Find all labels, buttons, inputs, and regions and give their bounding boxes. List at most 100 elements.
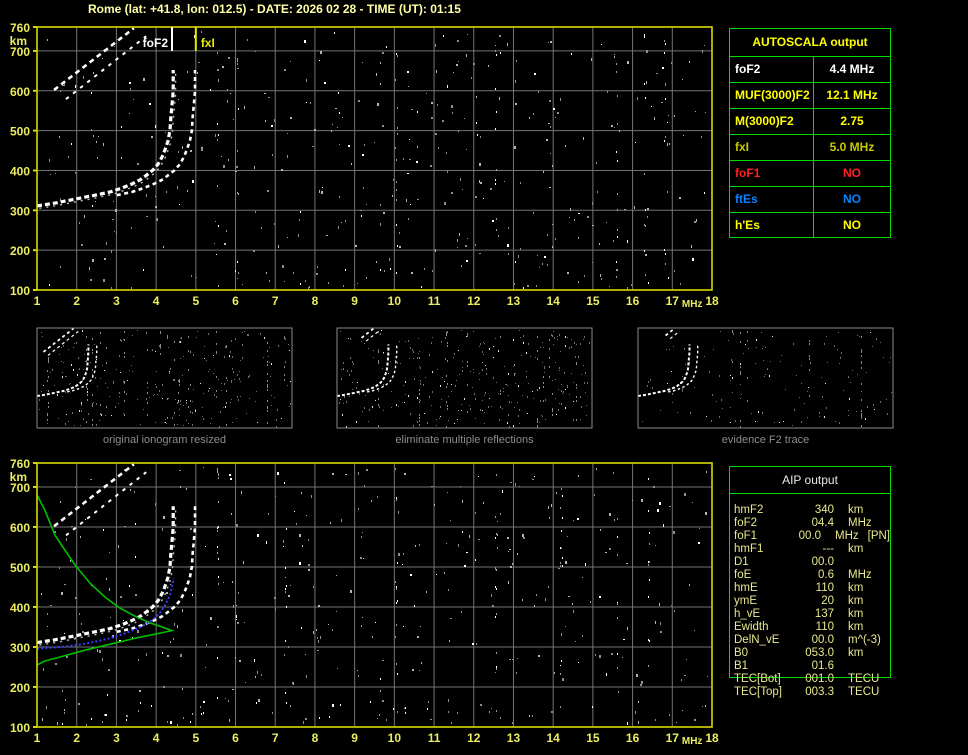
aip-row-tectop: TEC[Top] 003.3 TECU: [734, 686, 890, 699]
aip-label: B0: [734, 647, 749, 659]
svg-text:400: 400: [10, 601, 30, 615]
autoscala-row-label: h'Es: [730, 213, 814, 238]
aip-unit: km: [848, 543, 864, 555]
thumb-caption-evidence: evidence F2 trace: [721, 434, 810, 446]
aip-value: 00.0: [811, 556, 834, 568]
svg-text:14: 14: [546, 731, 560, 745]
plot-ionogram_top: foF2 fxI1 2 3 4 5 6 7 8 9 10 11 12 13 14 15 16 17 18MHz760…: [10, 21, 719, 310]
aip-value: 00.0: [811, 634, 834, 646]
svg-text:600: 600: [10, 85, 30, 99]
aip-unit: MHz: [848, 569, 872, 581]
aip-value: 340: [814, 504, 834, 516]
thumb-border: [637, 327, 894, 429]
aip-unit: m^(-3): [848, 634, 881, 646]
aip-unit: km: [848, 504, 864, 516]
fxi-marker-label: fxI: [201, 36, 215, 50]
thumb-noise-layer: [39, 330, 291, 428]
autoscala-row-value: 12.1 MHz: [826, 88, 878, 102]
svg-text:760: 760: [10, 21, 30, 35]
aip-row-fof1: foF1 00.0 MHz [PN]: [734, 530, 890, 543]
svg-text:18: 18: [705, 294, 719, 308]
aip-unit: km: [848, 608, 864, 620]
aip-unit: TECU: [848, 673, 880, 685]
svg-text:200: 200: [10, 681, 30, 695]
aip-label: hmF2: [734, 504, 764, 516]
aip-row-fof2: foF2 04.4 MHz: [734, 517, 890, 530]
thumb-f2-o-trace: [36, 344, 90, 397]
thumb-border: [36, 327, 293, 429]
aip-label: Ewidth: [734, 621, 769, 633]
svg-text:2: 2: [73, 294, 80, 308]
aip-unit: [834, 660, 848, 673]
autoscala-row-value: NO: [843, 218, 861, 232]
aip-unit: km: [848, 621, 864, 633]
aip-unit: MHz: [834, 530, 859, 542]
autoscala-row-hes: h'Es NO: [730, 213, 890, 238]
aip-value: 20: [821, 595, 834, 607]
aip-label: TEC[Top]: [734, 686, 782, 698]
autoscala-row-value: 2.75: [840, 114, 864, 128]
thumb-border: [336, 327, 593, 429]
x-axis-ticks: 1 2 3 4 5 6 7 8 9 10 11 12 13 14 15 16 17 18MHz: [34, 294, 719, 310]
svg-text:16: 16: [626, 731, 640, 745]
x-axis-unit-label: MHz: [682, 736, 703, 747]
autoscala-row-value: 4.4 MHz: [829, 62, 875, 76]
aip-row-b1: B1 01.6: [734, 660, 890, 673]
aip-row-d1: D1 00.0: [734, 556, 890, 569]
aip-row-delnve: DelN_vE 00.0 m^(-3): [734, 634, 890, 647]
autoscala-row-m3000f2: M(3000)F2 2.75: [730, 109, 890, 135]
thumb-noise-layer: [642, 330, 892, 428]
autoscala-output-table: AUTOSCALA output foF2 4.4 MHz MUF(3000)F2 1…: [729, 28, 891, 238]
svg-text:8: 8: [312, 731, 319, 745]
autoscala-row-muf3000f2: MUF(3000)F2 12.1 MHz: [730, 83, 890, 109]
thumb-f2-x-trace: [67, 344, 98, 393]
aip-value: 003.3: [805, 686, 834, 698]
svg-text:13: 13: [507, 731, 521, 745]
aip-extra: [881, 634, 890, 647]
thumb-f2-o-trace: [637, 344, 691, 397]
aip-value: 01.6: [811, 660, 834, 672]
aip-table-title: AIP output: [730, 467, 890, 494]
svg-text:100: 100: [10, 721, 30, 735]
aip-row-hmf1: hmF1 --- km: [734, 543, 890, 556]
aip-output-table: AIP output hmF2 340 km foF2 04.4 MHz foF1 00.0 M…: [729, 466, 891, 698]
svg-text:100: 100: [10, 284, 30, 298]
autoscala-row-ftes: ftEs NO: [730, 187, 890, 213]
aip-label: h_vE: [734, 608, 761, 620]
thumb-f2-o-trace: [336, 344, 390, 397]
svg-text:300: 300: [10, 641, 30, 655]
autoscala-row-label: fxI: [730, 135, 814, 160]
f2-o-trace-speckle: [39, 72, 177, 209]
aip-unit: km: [848, 582, 864, 594]
svg-text:18: 18: [705, 731, 719, 745]
thumb-caption-original: original ionogram resized: [103, 434, 226, 446]
autoscala-row-label: foF2: [730, 57, 814, 82]
autoscala-row-value: 5.0 MHz: [829, 140, 875, 154]
aip-label: D1: [734, 556, 749, 568]
aip-extra: [863, 608, 872, 621]
svg-text:2: 2: [73, 731, 80, 745]
aip-value: 110: [815, 621, 834, 633]
second-hop-trace: [53, 27, 147, 100]
thumb-caption-eliminate: eliminate multiple reflections: [395, 434, 534, 446]
aip-row-hme: hmE 110 km: [734, 582, 890, 595]
aip-unit: km: [848, 595, 864, 607]
autoscala-row-fof2: foF2 4.4 MHz: [730, 57, 890, 83]
x-axis-ticks: 1 2 3 4 5 6 7 8 9 10 11 12 13 14 15 16 17 18MHz: [34, 731, 719, 747]
thumb-noise-layer: [339, 330, 590, 428]
aip-label: hmE: [734, 582, 758, 594]
svg-text:7: 7: [272, 731, 279, 745]
aip-unit: km: [848, 647, 864, 659]
autoscala-row-label: ftEs: [730, 187, 814, 212]
aip-label: B1: [734, 660, 749, 672]
thumb-f2-x-trace: [366, 344, 398, 393]
aip-extra: [863, 504, 872, 517]
svg-text:16: 16: [626, 294, 640, 308]
aip-value: 0.6: [818, 569, 834, 581]
svg-text:9: 9: [351, 294, 358, 308]
svg-text:200: 200: [10, 244, 30, 258]
aip-label: DelN_vE: [734, 634, 780, 646]
aip-label: hmF1: [734, 543, 764, 555]
autoscala-row-label: MUF(3000)F2: [730, 83, 814, 108]
aip-value: 00.0: [798, 530, 821, 542]
